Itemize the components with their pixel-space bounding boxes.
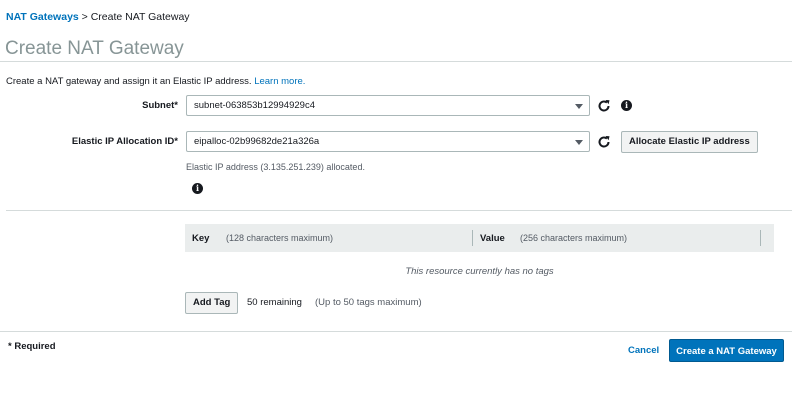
breadcrumb-separator: >	[78, 11, 91, 23]
info-icon[interactable]: i	[192, 183, 203, 194]
tags-empty-message: This resource currently has no tags	[405, 266, 554, 277]
tags-remaining: 50 remaining	[247, 297, 302, 308]
required-note: * Required	[8, 341, 56, 352]
chevron-down-icon	[575, 104, 583, 109]
tags-remaining-hint: (Up to 50 tags maximum)	[315, 297, 422, 308]
section-divider	[6, 210, 792, 211]
tag-key-header: Key	[192, 233, 210, 244]
subnet-label: Subnet*	[142, 100, 178, 111]
column-divider	[760, 230, 761, 246]
tag-value-header: Value	[480, 233, 505, 244]
title-divider	[0, 61, 792, 62]
learn-more-link[interactable]: Learn more.	[254, 76, 305, 87]
intro-text: Create a NAT gateway and assign it an El…	[6, 76, 305, 87]
eip-select-value: eipalloc-02b99682de21a326a	[194, 136, 320, 147]
breadcrumb-nat-gateways-link[interactable]: NAT Gateways	[6, 11, 79, 23]
subnet-select-value: subnet-063853b12994929c4	[194, 100, 315, 111]
create-nat-gateway-button[interactable]: Create a NAT Gateway	[669, 339, 784, 362]
eip-allocated-hint: Elastic IP address (3.135.251.239) alloc…	[186, 162, 365, 172]
eip-label: Elastic IP Allocation ID*	[71, 136, 178, 147]
tag-value-hint: (256 characters maximum)	[520, 233, 628, 243]
breadcrumb: NAT Gateways > Create NAT Gateway	[6, 11, 190, 23]
column-divider	[472, 230, 473, 246]
chevron-down-icon	[575, 140, 583, 145]
subnet-select[interactable]: subnet-063853b12994929c4	[186, 95, 590, 116]
eip-select[interactable]: eipalloc-02b99682de21a326a	[186, 131, 590, 152]
tag-key-hint: (128 characters maximum)	[226, 233, 334, 243]
tags-table-header: Key (128 characters maximum) Value (256 …	[185, 224, 774, 252]
breadcrumb-current: Create NAT Gateway	[90, 11, 190, 23]
cancel-button[interactable]: Cancel	[628, 345, 659, 356]
refresh-icon[interactable]	[596, 98, 612, 114]
refresh-icon[interactable]	[596, 134, 612, 150]
intro-description: Create a NAT gateway and assign it an El…	[6, 76, 252, 87]
info-icon[interactable]: i	[621, 100, 632, 111]
page-title: Create NAT Gateway	[5, 38, 184, 59]
footer-divider	[0, 331, 792, 332]
add-tag-button[interactable]: Add Tag	[185, 292, 239, 314]
allocate-eip-button[interactable]: Allocate Elastic IP address	[621, 131, 758, 153]
